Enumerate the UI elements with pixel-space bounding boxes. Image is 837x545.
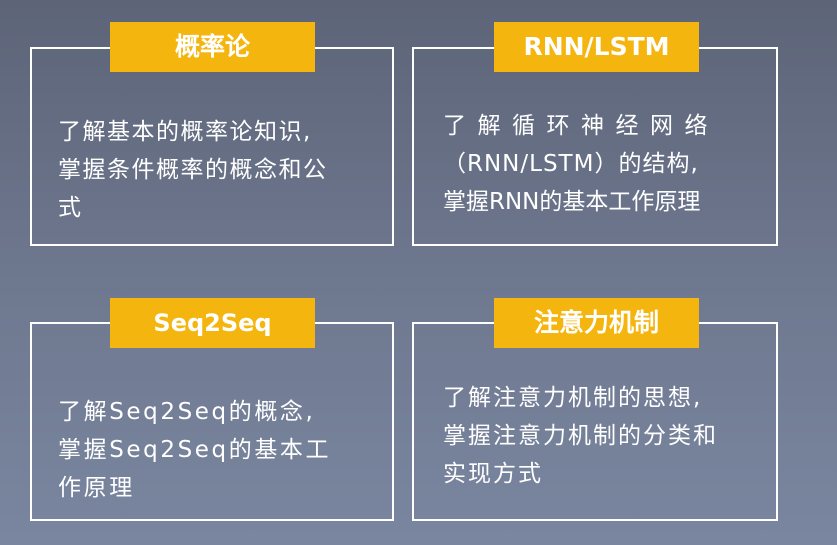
description-line: 实现方式 [443,461,543,487]
description-line: 作原理 [58,475,135,501]
card-title-seq2seq: Seq2Seq [110,298,315,348]
description-line: 了解循环神经网络 [443,113,719,139]
description-line: 掌握Seq2Seq的基本工 [58,437,332,463]
description-line: 了解Seq2Seq的概念, [58,399,316,425]
description-line: （RNN/LSTM）的结构, [443,151,699,177]
description-line: 了解注意力机制的思想, [443,385,703,411]
description-line: 了解基本的概率论知识, [58,119,312,145]
description-line: 掌握条件概率的概念和公 [58,157,328,183]
description-line: 式 [58,195,83,221]
card-description-attention: 了解注意力机制的思想, 掌握注意力机制的分类和 实现方式 [443,379,718,493]
card-description-seq2seq: 了解Seq2Seq的概念, 掌握Seq2Seq的基本工 作原理 [58,393,331,507]
card-title-attention: 注意力机制 [494,298,699,348]
card-description-rnn-lstm: 了解循环神经网络 （RNN/LSTM）的结构, 掌握RNN的基本工作原理 [443,107,719,221]
description-line: 掌握注意力机制的分类和 [443,423,718,449]
card-description-probability: 了解基本的概率论知识, 掌握条件概率的概念和公 式 [58,113,328,227]
description-line: 掌握RNN的基本工作原理 [443,189,701,215]
card-title-rnn-lstm: RNN/LSTM [494,22,699,72]
card-title-probability: 概率论 [110,22,315,72]
